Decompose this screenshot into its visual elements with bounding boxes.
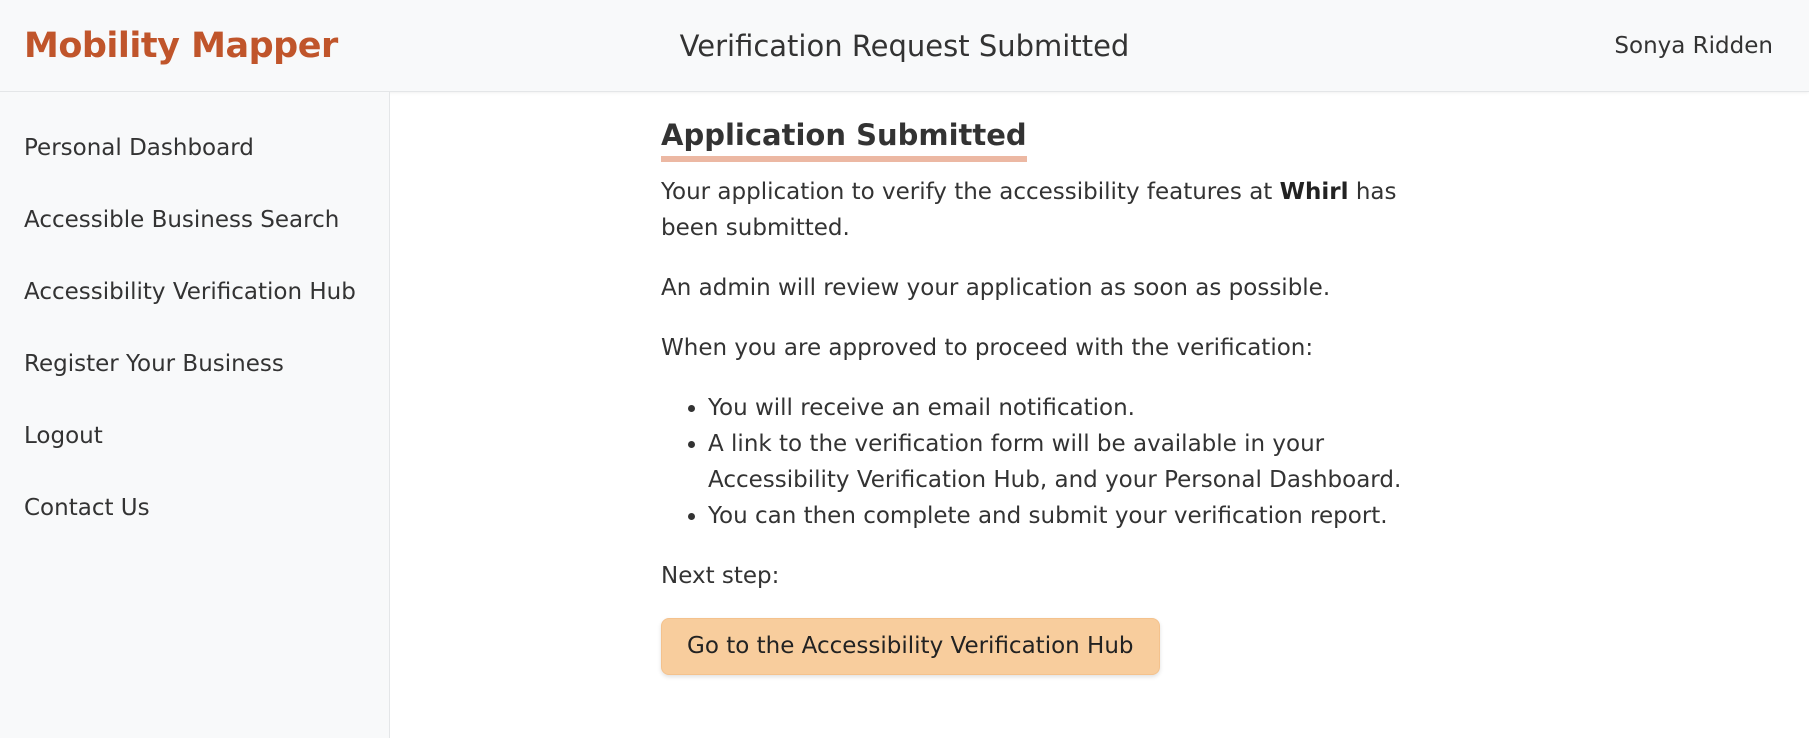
sidebar: Personal Dashboard Accessible Business S… xyxy=(0,92,390,738)
intro-prefix: Your application to verify the accessibi… xyxy=(661,179,1273,205)
intro-paragraph: Your application to verify the accessibi… xyxy=(661,174,1451,246)
section-heading: Application Submitted xyxy=(661,116,1027,162)
sidebar-item-register-your-business[interactable]: Register Your Business xyxy=(0,343,389,415)
app: Mobility Mapper Verification Request Sub… xyxy=(0,0,1809,738)
sidebar-item-accessible-business-search[interactable]: Accessible Business Search xyxy=(0,199,389,271)
approved-paragraph: When you are approved to proceed with th… xyxy=(661,335,1314,361)
user-name[interactable]: Sonya Ridden xyxy=(1614,30,1773,62)
sidebar-nav-list: Personal Dashboard Accessible Business S… xyxy=(0,92,389,559)
main-content: Application Submitted Your application t… xyxy=(661,92,1461,675)
sidebar-item-contact-us[interactable]: Contact Us xyxy=(0,487,389,559)
go-to-verification-hub-button[interactable]: Go to the Accessibility Verification Hub xyxy=(661,618,1160,675)
list-item: You will receive an email notification. xyxy=(708,390,1451,426)
business-name: Whirl xyxy=(1279,179,1349,205)
sidebar-item-logout[interactable]: Logout xyxy=(0,415,389,487)
review-paragraph: An admin will review your application as… xyxy=(661,275,1331,301)
list-item: You can then complete and submit your ve… xyxy=(708,498,1451,534)
top-header: Mobility Mapper Verification Request Sub… xyxy=(0,0,1809,92)
sidebar-item-accessibility-verification-hub[interactable]: Accessibility Verification Hub xyxy=(0,271,389,343)
logo-link[interactable]: Mobility Mapper xyxy=(24,24,338,68)
next-steps-list: You will receive an email notification. … xyxy=(661,390,1451,534)
list-item: A link to the verification form will be … xyxy=(708,426,1451,498)
sidebar-item-personal-dashboard[interactable]: Personal Dashboard xyxy=(0,127,389,199)
next-step-label: Next step: xyxy=(661,563,780,589)
